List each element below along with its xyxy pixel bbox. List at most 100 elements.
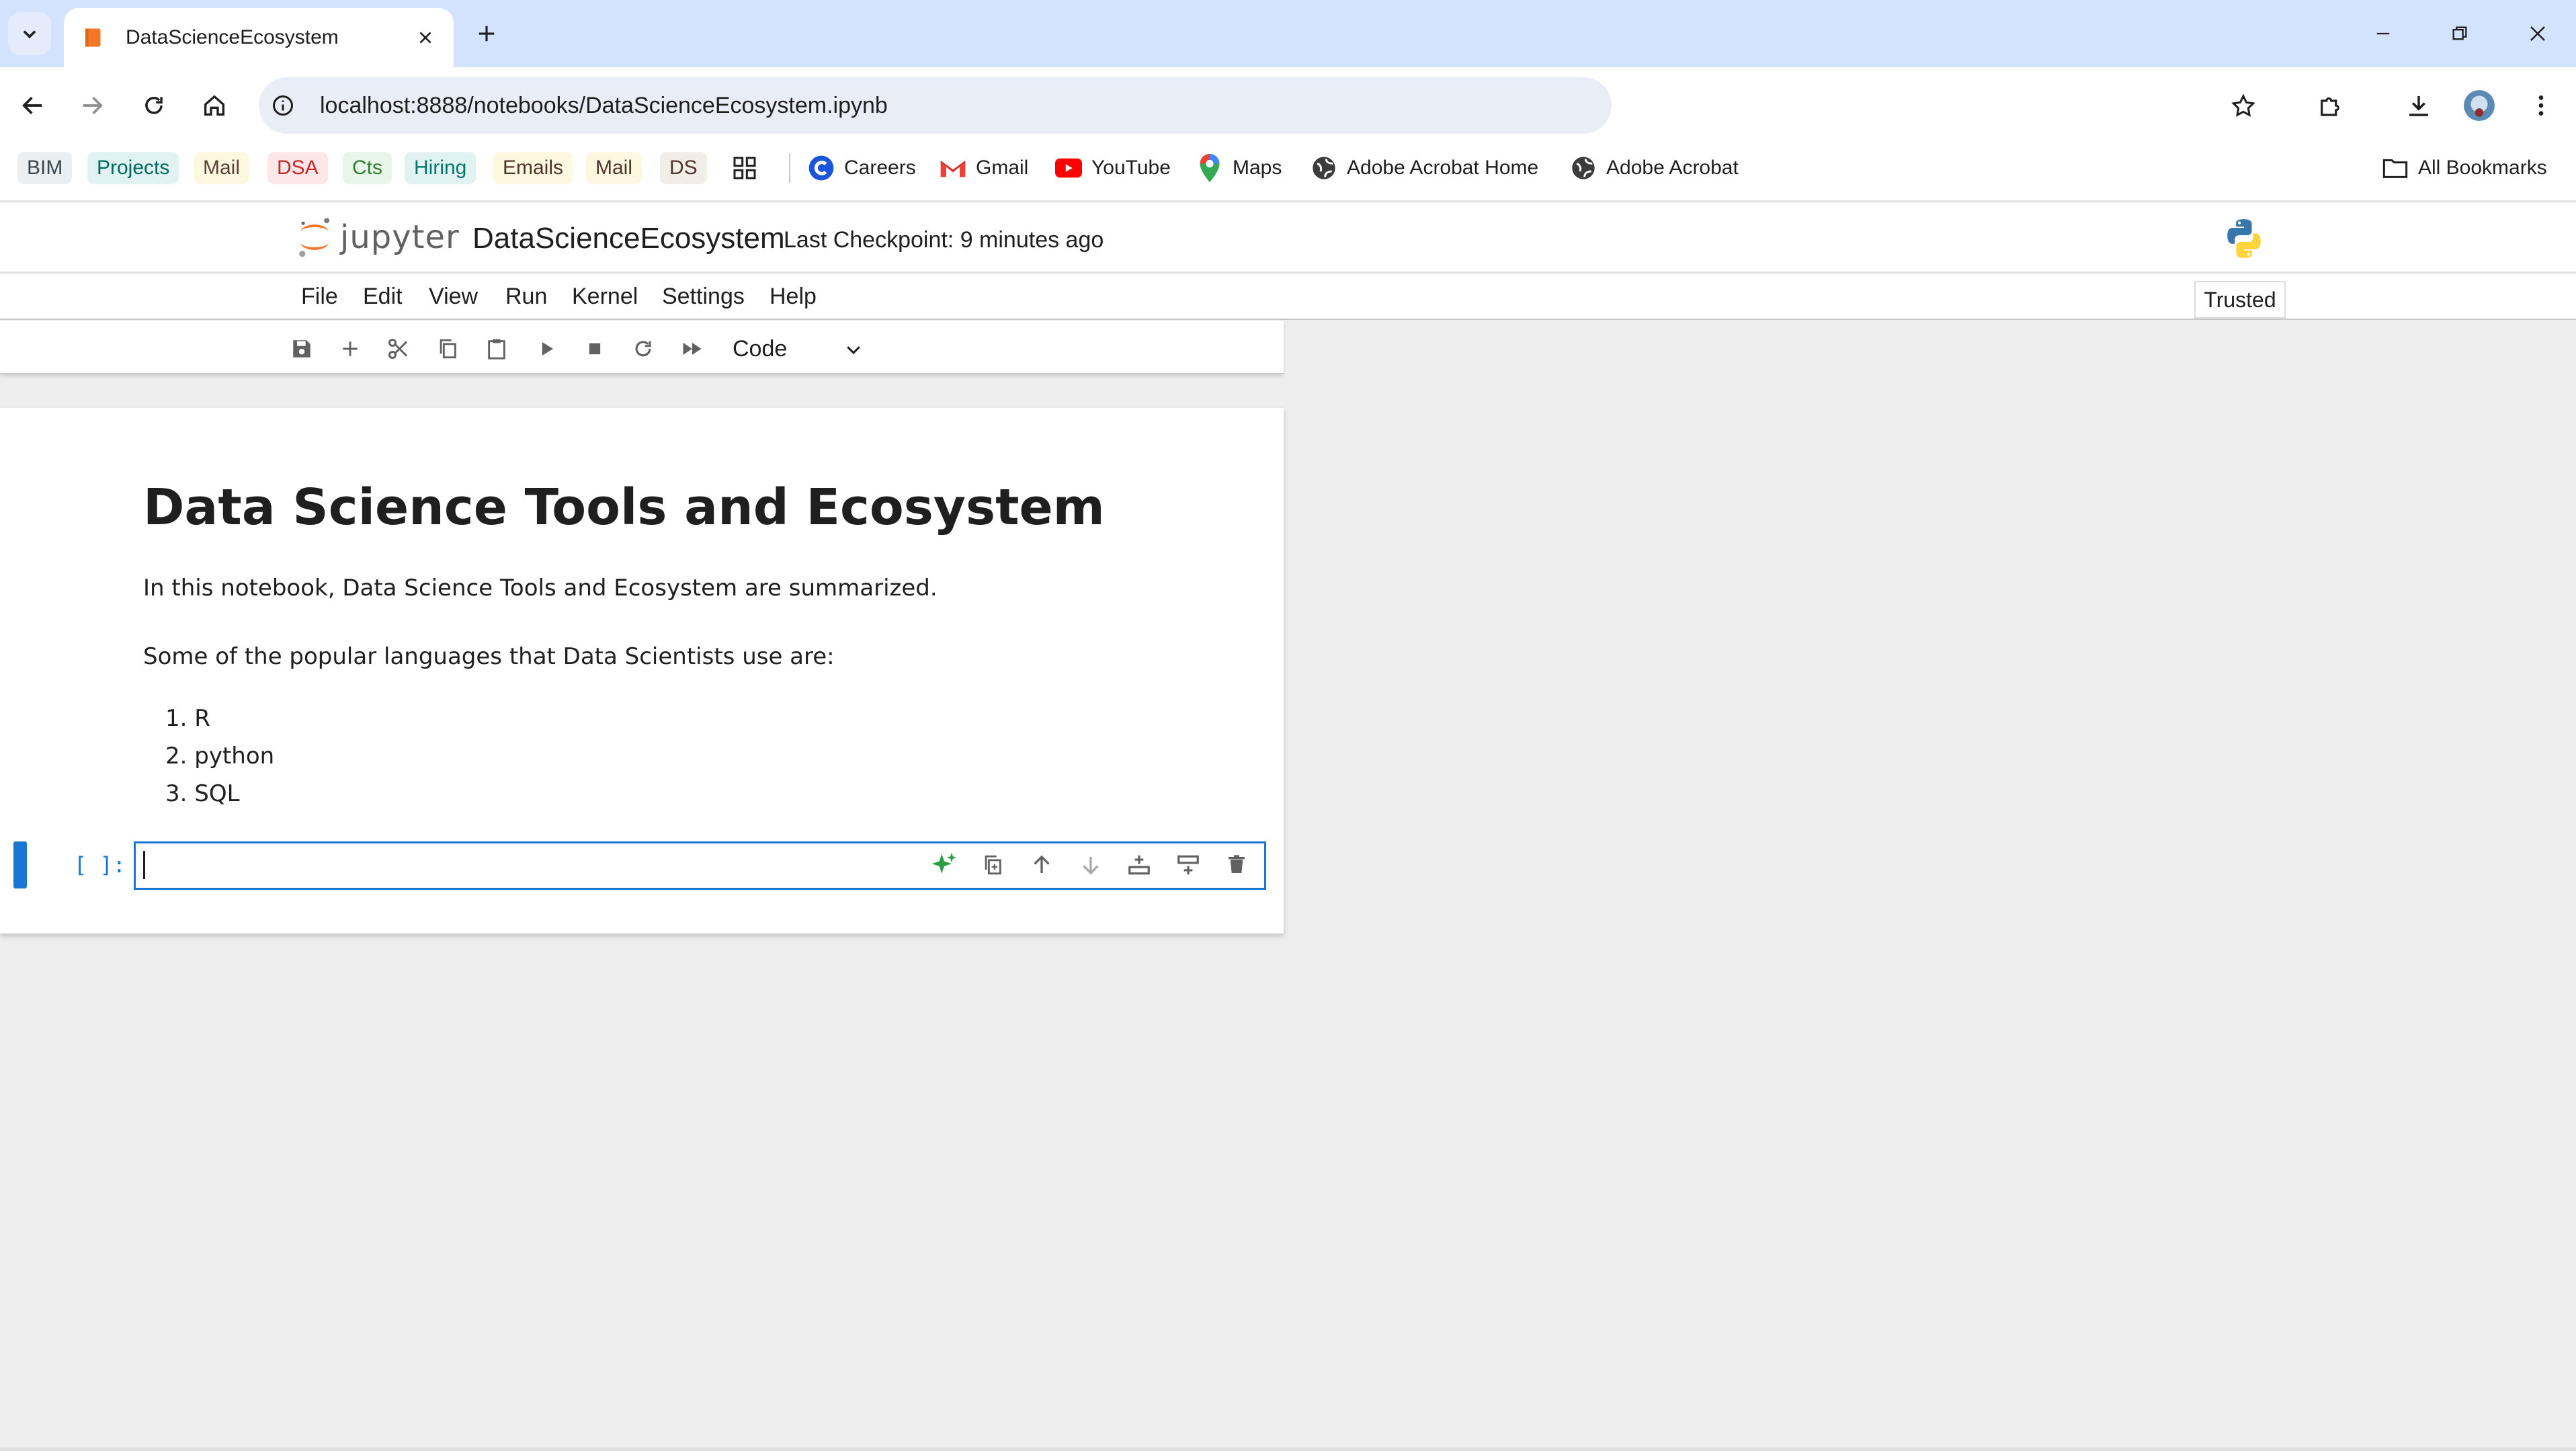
interrupt-kernel-button[interactable]	[579, 333, 610, 364]
more-vert-icon	[2538, 95, 2544, 116]
close-icon	[419, 32, 431, 44]
bookmark-careers[interactable]: Careers	[808, 152, 916, 184]
tab-search-button[interactable]	[8, 12, 51, 55]
menu-view[interactable]: View	[429, 284, 478, 310]
insert-below-icon	[1177, 855, 1199, 875]
clipboard-icon	[488, 339, 505, 360]
bookmark-dsa[interactable]: DSA	[267, 152, 328, 184]
save-button[interactable]	[286, 333, 317, 364]
cell-type-select[interactable]: Code	[733, 336, 787, 362]
bookmark-adobe-acrobat[interactable]: Adobe Acrobat	[1570, 152, 1739, 184]
extensions-button[interactable]	[2311, 86, 2350, 125]
trash-icon	[1229, 855, 1245, 873]
home-button[interactable]	[195, 86, 234, 125]
downloads-button[interactable]	[2399, 86, 2438, 125]
active-cell-collapser[interactable]	[13, 841, 27, 888]
download-icon	[2409, 96, 2428, 116]
minimize-button[interactable]	[2363, 13, 2403, 54]
info-icon	[273, 95, 293, 116]
move-cell-up-button[interactable]	[1026, 849, 1057, 880]
bookmark-hiring[interactable]: Hiring	[405, 152, 476, 184]
browser-tab-active[interactable]: DataScienceEcosystem	[64, 8, 454, 67]
play-icon	[542, 342, 553, 356]
menu-kernel[interactable]: Kernel	[572, 284, 638, 310]
minimize-icon	[2376, 32, 2390, 35]
bookmark-label: Maps	[1233, 157, 1282, 179]
menu-edit[interactable]: Edit	[363, 284, 403, 310]
copy-icon	[440, 339, 456, 359]
all-bookmarks-button[interactable]: All Bookmarks	[2382, 152, 2547, 184]
address-url[interactable]: localhost:8888/notebooks/DataScienceEcos…	[320, 93, 888, 119]
site-info-icon[interactable]	[269, 91, 297, 120]
paste-button[interactable]	[481, 333, 512, 364]
text-cursor	[143, 851, 145, 879]
delete-cell-button[interactable]	[1221, 849, 1252, 880]
bookmark-emails[interactable]: Emails	[493, 152, 573, 184]
copy-button[interactable]	[432, 333, 463, 364]
reload-button[interactable]	[134, 86, 173, 125]
bookmark-mail-2[interactable]: Mail	[586, 152, 642, 184]
move-cell-down-button[interactable]	[1075, 849, 1106, 880]
tab-close-button[interactable]	[412, 24, 439, 51]
duplicate-cell-button[interactable]	[977, 849, 1008, 880]
maps-pin-icon	[1196, 154, 1223, 182]
notebook-favicon-icon	[85, 28, 101, 47]
trusted-indicator[interactable]: Trusted	[2194, 281, 2286, 319]
bookmark-projects[interactable]: Projects	[87, 152, 179, 184]
bookmark-label: YouTube	[1091, 157, 1171, 179]
globe-icon	[1570, 155, 1597, 181]
bookmark-separator	[789, 153, 790, 183]
new-tab-button[interactable]	[470, 17, 503, 50]
bookmark-cts[interactable]: Cts	[343, 152, 392, 184]
avatar-icon	[2464, 90, 2495, 121]
restart-kernel-button[interactable]	[628, 333, 659, 364]
folder-icon	[2382, 155, 2409, 181]
bookmark-youtube[interactable]: YouTube	[1055, 152, 1171, 184]
close-window-button[interactable]	[2518, 13, 2558, 54]
bookmark-ds[interactable]: DS	[660, 152, 707, 184]
bookmark-label: Adobe Acrobat	[1606, 157, 1739, 179]
bookmark-maps[interactable]: Maps	[1196, 152, 1282, 184]
bookmark-bim[interactable]: BIM	[17, 152, 73, 184]
home-icon	[204, 95, 224, 116]
jupyter-logo-icon	[299, 218, 330, 257]
notebook-title[interactable]: DataScienceEcosystem	[472, 222, 785, 255]
menu-run[interactable]: Run	[505, 284, 547, 310]
reload-icon	[145, 97, 163, 114]
profile-avatar[interactable]	[2460, 86, 2499, 125]
restore-button[interactable]	[2440, 13, 2480, 54]
menu-settings[interactable]: Settings	[662, 284, 745, 310]
forward-button[interactable]	[73, 86, 112, 125]
bookmark-mail[interactable]: Mail	[194, 152, 250, 184]
careers-icon	[808, 155, 835, 181]
bookmark-adobe-acrobat-home[interactable]: Adobe Acrobat Home	[1311, 152, 1538, 184]
list-item: 1. R	[165, 705, 210, 732]
bookmark-label: All Bookmarks	[2418, 157, 2547, 179]
cell-type-dropdown[interactable]	[840, 336, 867, 363]
insert-cell-button[interactable]	[335, 333, 366, 364]
browser-menu-button[interactable]	[2522, 86, 2561, 125]
cut-button[interactable]	[383, 333, 414, 364]
star-icon	[2231, 93, 2255, 117]
jupyter-logo[interactable]: jupyter	[297, 214, 460, 261]
restart-run-all-button[interactable]	[677, 333, 708, 364]
bookmark-star-button[interactable]	[2225, 87, 2262, 125]
arrow-left-icon	[22, 97, 42, 114]
menu-file[interactable]: File	[301, 284, 338, 310]
menu-help[interactable]: Help	[770, 284, 817, 310]
list-item: 2. python	[165, 743, 275, 770]
bottom-edge	[0, 1448, 2576, 1451]
insert-cell-above-button[interactable]	[1124, 849, 1155, 880]
back-button[interactable]	[13, 86, 52, 125]
restore-icon	[2452, 26, 2467, 40]
chevron-down-icon	[23, 30, 36, 39]
ai-assist-button[interactable]	[929, 849, 960, 880]
bookmark-gmail[interactable]: Gmail	[940, 152, 1028, 184]
restart-icon	[635, 341, 651, 357]
run-cell-button[interactable]	[531, 333, 562, 364]
plus-icon	[343, 341, 358, 356]
arrow-down-icon	[1083, 857, 1099, 875]
insert-cell-below-button[interactable]	[1173, 849, 1204, 880]
python-kernel-icon[interactable]	[2222, 216, 2266, 261]
apps-grid-button[interactable]	[731, 152, 758, 184]
